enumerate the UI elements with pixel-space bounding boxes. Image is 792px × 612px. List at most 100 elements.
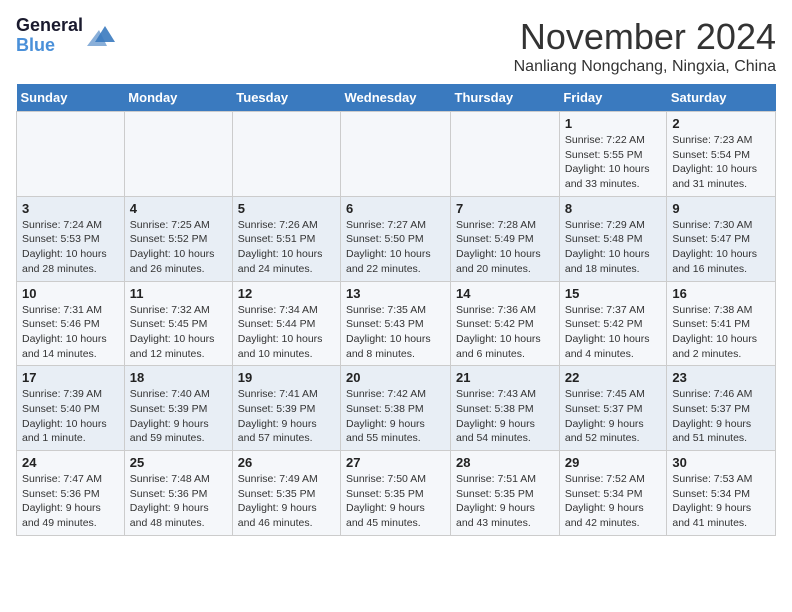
day-number: 2	[672, 116, 770, 131]
day-number: 8	[565, 201, 662, 216]
day-cell-27: 27 Sunrise: 7:50 AM Sunset: 5:35 PM Dayli…	[341, 451, 451, 536]
day-number: 26	[238, 455, 335, 470]
day-number: 13	[346, 286, 445, 301]
day-cell-3: 3Sunrise: 7:24 AM Sunset: 5:53 PM Daylig…	[17, 196, 125, 281]
day-cell-9: 9 Sunrise: 7:30 AM Sunset: 5:47 PM Daylig…	[667, 196, 776, 281]
day-number: 18	[130, 370, 227, 385]
day-cell-14: 14Sunrise: 7:36 AM Sunset: 5:42 PM Dayli…	[451, 281, 560, 366]
day-info: Sunrise: 7:50 AM Sunset: 5:35 PM Dayligh…	[346, 472, 445, 531]
day-info: Sunrise: 7:51 AM Sunset: 5:35 PM Dayligh…	[456, 472, 554, 531]
location-title: Nanliang Nongchang, Ningxia, China	[514, 58, 776, 76]
day-info: Sunrise: 7:22 AM Sunset: 5:55 PM Dayligh…	[565, 133, 662, 192]
day-number: 28	[456, 455, 554, 470]
day-info: Sunrise: 7:46 AM Sunset: 5:37 PM Dayligh…	[672, 387, 770, 446]
logo-line2: Blue	[16, 36, 83, 56]
day-info: Sunrise: 7:43 AM Sunset: 5:38 PM Dayligh…	[456, 387, 554, 446]
day-cell-18: 18 Sunrise: 7:40 AM Sunset: 5:39 PM Dayli…	[124, 366, 232, 451]
empty-cell	[341, 112, 451, 197]
day-info: Sunrise: 7:41 AM Sunset: 5:39 PM Dayligh…	[238, 387, 335, 446]
day-info: Sunrise: 7:32 AM Sunset: 5:45 PM Dayligh…	[130, 303, 227, 362]
day-number: 7	[456, 201, 554, 216]
empty-cell	[232, 112, 340, 197]
day-info: Sunrise: 7:53 AM Sunset: 5:34 PM Dayligh…	[672, 472, 770, 531]
day-cell-4: 4 Sunrise: 7:25 AM Sunset: 5:52 PM Daylig…	[124, 196, 232, 281]
day-number: 29	[565, 455, 662, 470]
header-friday: Friday	[559, 84, 667, 112]
day-info: Sunrise: 7:34 AM Sunset: 5:44 PM Dayligh…	[238, 303, 335, 362]
header-thursday: Thursday	[451, 84, 560, 112]
calendar-table: SundayMondayTuesdayWednesdayThursdayFrid…	[16, 84, 776, 536]
day-cell-19: 19 Sunrise: 7:41 AM Sunset: 5:39 PM Dayli…	[232, 366, 340, 451]
day-number: 15	[565, 286, 662, 301]
day-number: 4	[130, 201, 227, 216]
day-info: Sunrise: 7:38 AM Sunset: 5:41 PM Dayligh…	[672, 303, 770, 362]
day-info: Sunrise: 7:23 AM Sunset: 5:54 PM Dayligh…	[672, 133, 770, 192]
day-number: 12	[238, 286, 335, 301]
day-cell-22: 22 Sunrise: 7:45 AM Sunset: 5:37 PM Dayli…	[559, 366, 667, 451]
day-cell-13: 13 Sunrise: 7:35 AM Sunset: 5:43 PM Dayli…	[341, 281, 451, 366]
day-cell-29: 29 Sunrise: 7:52 AM Sunset: 5:34 PM Dayli…	[559, 451, 667, 536]
day-number: 17	[22, 370, 119, 385]
day-info: Sunrise: 7:35 AM Sunset: 5:43 PM Dayligh…	[346, 303, 445, 362]
day-info: Sunrise: 7:29 AM Sunset: 5:48 PM Dayligh…	[565, 218, 662, 277]
week-row-4: 17 Sunrise: 7:39 AM Sunset: 5:40 PM Dayli…	[17, 366, 776, 451]
header-wednesday: Wednesday	[341, 84, 451, 112]
day-info: Sunrise: 7:48 AM Sunset: 5:36 PM Dayligh…	[130, 472, 227, 531]
empty-cell	[17, 112, 125, 197]
day-cell-1: 1 Sunrise: 7:22 AM Sunset: 5:55 PM Daylig…	[559, 112, 667, 197]
logo: General Blue	[16, 16, 117, 56]
day-number: 27	[346, 455, 445, 470]
day-cell-25: 25 Sunrise: 7:48 AM Sunset: 5:36 PM Dayli…	[124, 451, 232, 536]
day-number: 20	[346, 370, 445, 385]
header-monday: Monday	[124, 84, 232, 112]
day-number: 25	[130, 455, 227, 470]
day-info: Sunrise: 7:40 AM Sunset: 5:39 PM Dayligh…	[130, 387, 227, 446]
header-sunday: Sunday	[17, 84, 125, 112]
day-cell-26: 26Sunrise: 7:49 AM Sunset: 5:35 PM Dayli…	[232, 451, 340, 536]
day-number: 24	[22, 455, 119, 470]
day-info: Sunrise: 7:45 AM Sunset: 5:37 PM Dayligh…	[565, 387, 662, 446]
day-cell-16: 16 Sunrise: 7:38 AM Sunset: 5:41 PM Dayli…	[667, 281, 776, 366]
day-info: Sunrise: 7:27 AM Sunset: 5:50 PM Dayligh…	[346, 218, 445, 277]
day-info: Sunrise: 7:26 AM Sunset: 5:51 PM Dayligh…	[238, 218, 335, 277]
day-cell-5: 5Sunrise: 7:26 AM Sunset: 5:51 PM Daylig…	[232, 196, 340, 281]
day-number: 11	[130, 286, 227, 301]
day-info: Sunrise: 7:52 AM Sunset: 5:34 PM Dayligh…	[565, 472, 662, 531]
week-row-5: 24 Sunrise: 7:47 AM Sunset: 5:36 PM Dayli…	[17, 451, 776, 536]
day-cell-6: 6 Sunrise: 7:27 AM Sunset: 5:50 PM Daylig…	[341, 196, 451, 281]
day-cell-7: 7Sunrise: 7:28 AM Sunset: 5:49 PM Daylig…	[451, 196, 560, 281]
day-info: Sunrise: 7:25 AM Sunset: 5:52 PM Dayligh…	[130, 218, 227, 277]
day-number: 10	[22, 286, 119, 301]
logo-icon	[87, 22, 117, 50]
day-number: 19	[238, 370, 335, 385]
day-number: 22	[565, 370, 662, 385]
empty-cell	[451, 112, 560, 197]
day-cell-17: 17 Sunrise: 7:39 AM Sunset: 5:40 PM Dayli…	[17, 366, 125, 451]
day-number: 30	[672, 455, 770, 470]
day-info: Sunrise: 7:30 AM Sunset: 5:47 PM Dayligh…	[672, 218, 770, 277]
day-number: 9	[672, 201, 770, 216]
day-cell-23: 23Sunrise: 7:46 AM Sunset: 5:37 PM Dayli…	[667, 366, 776, 451]
day-number: 3	[22, 201, 119, 216]
header-tuesday: Tuesday	[232, 84, 340, 112]
week-row-2: 3Sunrise: 7:24 AM Sunset: 5:53 PM Daylig…	[17, 196, 776, 281]
day-number: 6	[346, 201, 445, 216]
day-number: 16	[672, 286, 770, 301]
day-cell-10: 10Sunrise: 7:31 AM Sunset: 5:46 PM Dayli…	[17, 281, 125, 366]
day-info: Sunrise: 7:42 AM Sunset: 5:38 PM Dayligh…	[346, 387, 445, 446]
day-number: 1	[565, 116, 662, 131]
week-row-1: 1 Sunrise: 7:22 AM Sunset: 5:55 PM Daylig…	[17, 112, 776, 197]
day-info: Sunrise: 7:37 AM Sunset: 5:42 PM Dayligh…	[565, 303, 662, 362]
day-cell-12: 12 Sunrise: 7:34 AM Sunset: 5:44 PM Dayli…	[232, 281, 340, 366]
weekday-header-row: SundayMondayTuesdayWednesdayThursdayFrid…	[17, 84, 776, 112]
header-saturday: Saturday	[667, 84, 776, 112]
day-info: Sunrise: 7:39 AM Sunset: 5:40 PM Dayligh…	[22, 387, 119, 446]
day-cell-24: 24 Sunrise: 7:47 AM Sunset: 5:36 PM Dayli…	[17, 451, 125, 536]
day-number: 14	[456, 286, 554, 301]
day-cell-8: 8 Sunrise: 7:29 AM Sunset: 5:48 PM Daylig…	[559, 196, 667, 281]
day-cell-2: 2 Sunrise: 7:23 AM Sunset: 5:54 PM Daylig…	[667, 112, 776, 197]
month-title: November 2024	[514, 16, 776, 58]
day-cell-21: 21Sunrise: 7:43 AM Sunset: 5:38 PM Dayli…	[451, 366, 560, 451]
day-cell-28: 28 Sunrise: 7:51 AM Sunset: 5:35 PM Dayli…	[451, 451, 560, 536]
day-info: Sunrise: 7:47 AM Sunset: 5:36 PM Dayligh…	[22, 472, 119, 531]
